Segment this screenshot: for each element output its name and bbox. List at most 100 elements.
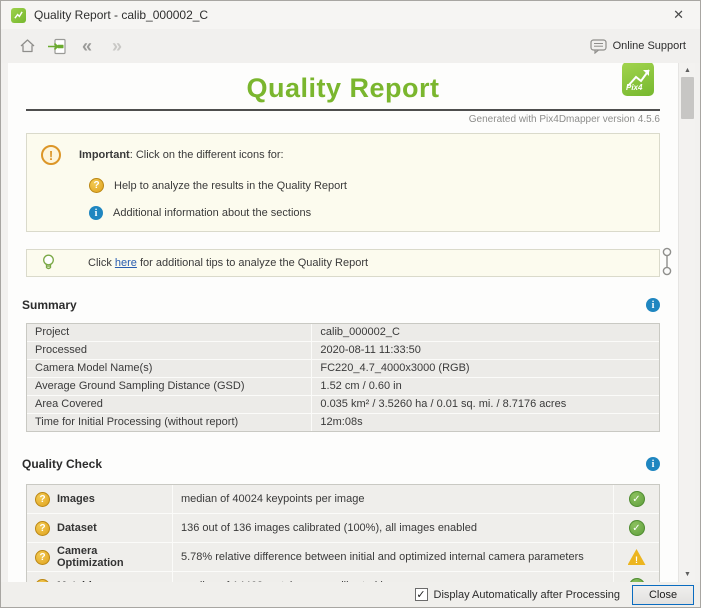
scroll-up-icon[interactable]: ▲ xyxy=(679,63,695,78)
close-button[interactable]: Close xyxy=(632,585,694,605)
online-support-label: Online Support xyxy=(613,40,686,52)
help-icon[interactable]: ? xyxy=(89,178,104,193)
status-icon xyxy=(628,549,646,565)
important-rest: : Click on the different icons for: xyxy=(130,149,284,161)
row-label: Images xyxy=(57,493,95,505)
table-row: ? Camera Optimization 5.78% relative diff… xyxy=(27,542,659,571)
back-button[interactable]: « xyxy=(75,34,99,58)
table-row: Processed2020-08-11 11:33:50 xyxy=(27,341,659,359)
important-icon: ! xyxy=(41,145,61,165)
online-support-button[interactable]: Online Support xyxy=(590,39,686,54)
row-value: median of 14462 matches per calibrated i… xyxy=(172,572,613,582)
quality-report-window: Quality Report - calib_000002_C ✕ « » On… xyxy=(0,0,701,608)
info-icon[interactable]: i xyxy=(89,206,103,220)
row-label-cell: ? Dataset xyxy=(27,514,172,542)
row-label: Processed xyxy=(27,342,311,359)
row-label: Project xyxy=(27,324,311,341)
row-value: 2020-08-11 11:33:50 xyxy=(311,342,659,359)
tip-here-link[interactable]: here xyxy=(115,257,137,269)
row-status-cell xyxy=(613,514,659,542)
title-divider xyxy=(26,109,660,111)
quality-check-heading: Quality Check xyxy=(22,457,102,471)
scroll-down-icon[interactable]: ▼ xyxy=(679,567,695,582)
pix4d-app-icon xyxy=(11,8,26,23)
info-hint-text: Additional information about the section… xyxy=(113,207,311,219)
row-value: median of 40024 keypoints per image xyxy=(172,485,613,513)
row-status-cell xyxy=(613,543,659,571)
row-label: Camera Optimization xyxy=(57,545,164,569)
important-word: Important xyxy=(79,149,130,161)
row-label: Average Ground Sampling Distance (GSD) xyxy=(27,378,311,395)
home-button[interactable] xyxy=(15,34,39,58)
info-hint-row: i Additional information about the secti… xyxy=(89,206,645,220)
table-row: Average Ground Sampling Distance (GSD)1.… xyxy=(27,377,659,395)
row-status-cell xyxy=(613,572,659,582)
report-view: Quality Report Pix4 Generated with Pix4D… xyxy=(8,63,695,582)
scrollbar-thumb[interactable] xyxy=(681,77,694,119)
quality-check-section-header: Quality Check i xyxy=(22,457,660,471)
row-label-cell: ? Images xyxy=(27,485,172,513)
back-icon: « xyxy=(82,37,92,55)
summary-heading: Summary xyxy=(22,298,77,312)
tip-post: for additional tips to analyze the Quali… xyxy=(137,257,368,269)
window-title: Quality Report - calib_000002_C xyxy=(34,8,667,22)
quality-check-table: ? Images median of 40024 keypoints per im… xyxy=(26,484,660,582)
row-label: Dataset xyxy=(57,522,97,534)
chat-bubble-icon xyxy=(590,39,607,54)
row-label-cell: ?Matching xyxy=(27,572,172,582)
row-value: 5.78% relative difference between initia… xyxy=(172,543,613,571)
vertical-scrollbar[interactable]: ▲ ▼ xyxy=(678,63,695,582)
table-row: Area Covered0.035 km² / 3.5260 ha / 0.01… xyxy=(27,395,659,413)
row-value: 0.035 km² / 3.5260 ha / 0.01 sq. mi. / 8… xyxy=(311,396,659,413)
summary-info-icon[interactable]: i xyxy=(646,298,660,312)
tip-text: Click here for additional tips to analyz… xyxy=(88,257,368,269)
display-automatically-checkbox[interactable]: ✓ xyxy=(415,588,428,601)
summary-table: Projectcalib_000002_C Processed2020-08-1… xyxy=(26,323,660,432)
tip-pre: Click xyxy=(88,257,115,269)
quality-check-info-icon[interactable]: i xyxy=(646,457,660,471)
table-row: Time for Initial Processing (without rep… xyxy=(27,413,659,431)
row-label: Area Covered xyxy=(27,396,311,413)
pix4d-logo-text: Pix4 xyxy=(626,83,642,92)
status-icon xyxy=(629,520,645,536)
important-row: ! Important: Click on the different icon… xyxy=(41,145,645,165)
report-title: Quality Report xyxy=(18,73,668,104)
row-label: Camera Model Name(s) xyxy=(27,360,311,377)
row-value: 136 out of 136 images calibrated (100%),… xyxy=(172,514,613,542)
lightbulb-icon xyxy=(41,254,56,273)
status-icon xyxy=(629,491,645,507)
row-value: FC220_4.7_4000x3000 (RGB) xyxy=(311,360,659,377)
row-value: calib_000002_C xyxy=(311,324,659,341)
autoscroll-indicator xyxy=(660,247,674,277)
help-hint-row: ? Help to analyze the results in the Qua… xyxy=(89,178,645,193)
pix4d-logo: Pix4 xyxy=(622,63,654,96)
row-label: Time for Initial Processing (without rep… xyxy=(27,414,311,431)
window-close-button[interactable]: ✕ xyxy=(667,5,690,25)
summary-section-header: Summary i xyxy=(22,298,660,312)
display-automatically-label[interactable]: Display Automatically after Processing xyxy=(434,589,620,601)
help-hint-text: Help to analyze the results in the Quali… xyxy=(114,180,347,192)
table-row: Projectcalib_000002_C xyxy=(27,324,659,341)
help-icon[interactable]: ? xyxy=(35,521,50,536)
dialog-footer: ✓ Display Automatically after Processing… xyxy=(1,582,700,607)
important-notice-box: ! Important: Click on the different icon… xyxy=(26,133,660,232)
row-status-cell xyxy=(613,485,659,513)
title-bar: Quality Report - calib_000002_C ✕ xyxy=(1,1,700,29)
help-icon[interactable]: ? xyxy=(35,550,50,565)
tip-box: Click here for additional tips to analyz… xyxy=(26,249,660,277)
forward-button[interactable]: » xyxy=(105,34,129,58)
table-row: Camera Model Name(s)FC220_4.7_4000x3000 … xyxy=(27,359,659,377)
report-toolbar: « » Online Support xyxy=(1,29,700,63)
export-pdf-button[interactable] xyxy=(45,34,69,58)
table-row: ? Images median of 40024 keypoints per im… xyxy=(27,485,659,513)
generated-version-text: Generated with Pix4Dmapper version 4.5.6 xyxy=(18,114,660,125)
report-content: Quality Report Pix4 Generated with Pix4D… xyxy=(8,63,678,582)
important-text: Important: Click on the different icons … xyxy=(79,149,284,161)
table-row: ? Dataset 136 out of 136 images calibrate… xyxy=(27,513,659,542)
help-icon[interactable]: ? xyxy=(35,492,50,507)
table-row: ?Matching median of 14462 matches per ca… xyxy=(27,571,659,582)
row-label-cell: ? Camera Optimization xyxy=(27,543,172,571)
forward-icon: » xyxy=(112,37,122,55)
row-value: 12m:08s xyxy=(311,414,659,431)
row-value: 1.52 cm / 0.60 in xyxy=(311,378,659,395)
